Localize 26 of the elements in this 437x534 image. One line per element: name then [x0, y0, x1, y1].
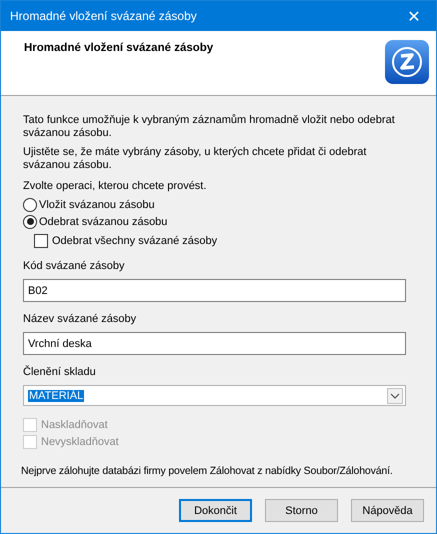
checkbox[interactable] — [34, 234, 48, 248]
prompt-text: Zvolte operaci, kterou chcete provést. — [23, 180, 208, 193]
logo-icon — [384, 39, 430, 85]
checkbox-label: Nevyskladňovat — [41, 436, 119, 448]
radio-button[interactable] — [23, 198, 37, 212]
field-label: Kód svázané zásoby — [23, 260, 126, 274]
radio-label: Vložit svázanou zásobu — [39, 198, 155, 210]
window-title: Hromadné vložení svázané zásoby — [10, 9, 197, 23]
radio-label: Odebrat svázanou zásobu — [39, 216, 168, 228]
input-field[interactable]: Vrchní deska — [23, 332, 406, 355]
dialog-button[interactable]: Dokončit — [179, 499, 252, 522]
chevron-down-icon[interactable] — [387, 388, 403, 404]
dialog-button[interactable]: Nápověda — [351, 499, 424, 522]
radio-button[interactable] — [23, 214, 37, 228]
dialog-button[interactable]: Storno — [265, 499, 338, 522]
field-label: Členění skladu — [23, 366, 97, 380]
checkbox-label: Odebrat všechny svázané zásoby — [52, 234, 218, 246]
close-button[interactable]: ✕ — [392, 1, 436, 31]
input-field[interactable]: B02 — [23, 279, 406, 302]
header-title: Hromadné vložení svázané zásoby — [24, 42, 214, 54]
field-label: Název svázané zásoby — [23, 313, 138, 327]
info-text: Ujistěte se, že máte vybrány zásoby, u kterých chcete přidat či odebrat svázanou zásobu. — [23, 146, 368, 172]
info-text: Tato funkce umožňuje k vybraným záznamům hromadně vložit nebo odebrat svázanou zásobu. — [23, 114, 396, 140]
dropdown[interactable]: MATERIÁL — [23, 385, 406, 406]
checkbox-label: Naskladňovat — [41, 418, 108, 430]
note-text: Nejprve zálohujte databázi firmy povelem Zálohovat z nabídky Soubor/Zálohování. — [21, 464, 394, 478]
